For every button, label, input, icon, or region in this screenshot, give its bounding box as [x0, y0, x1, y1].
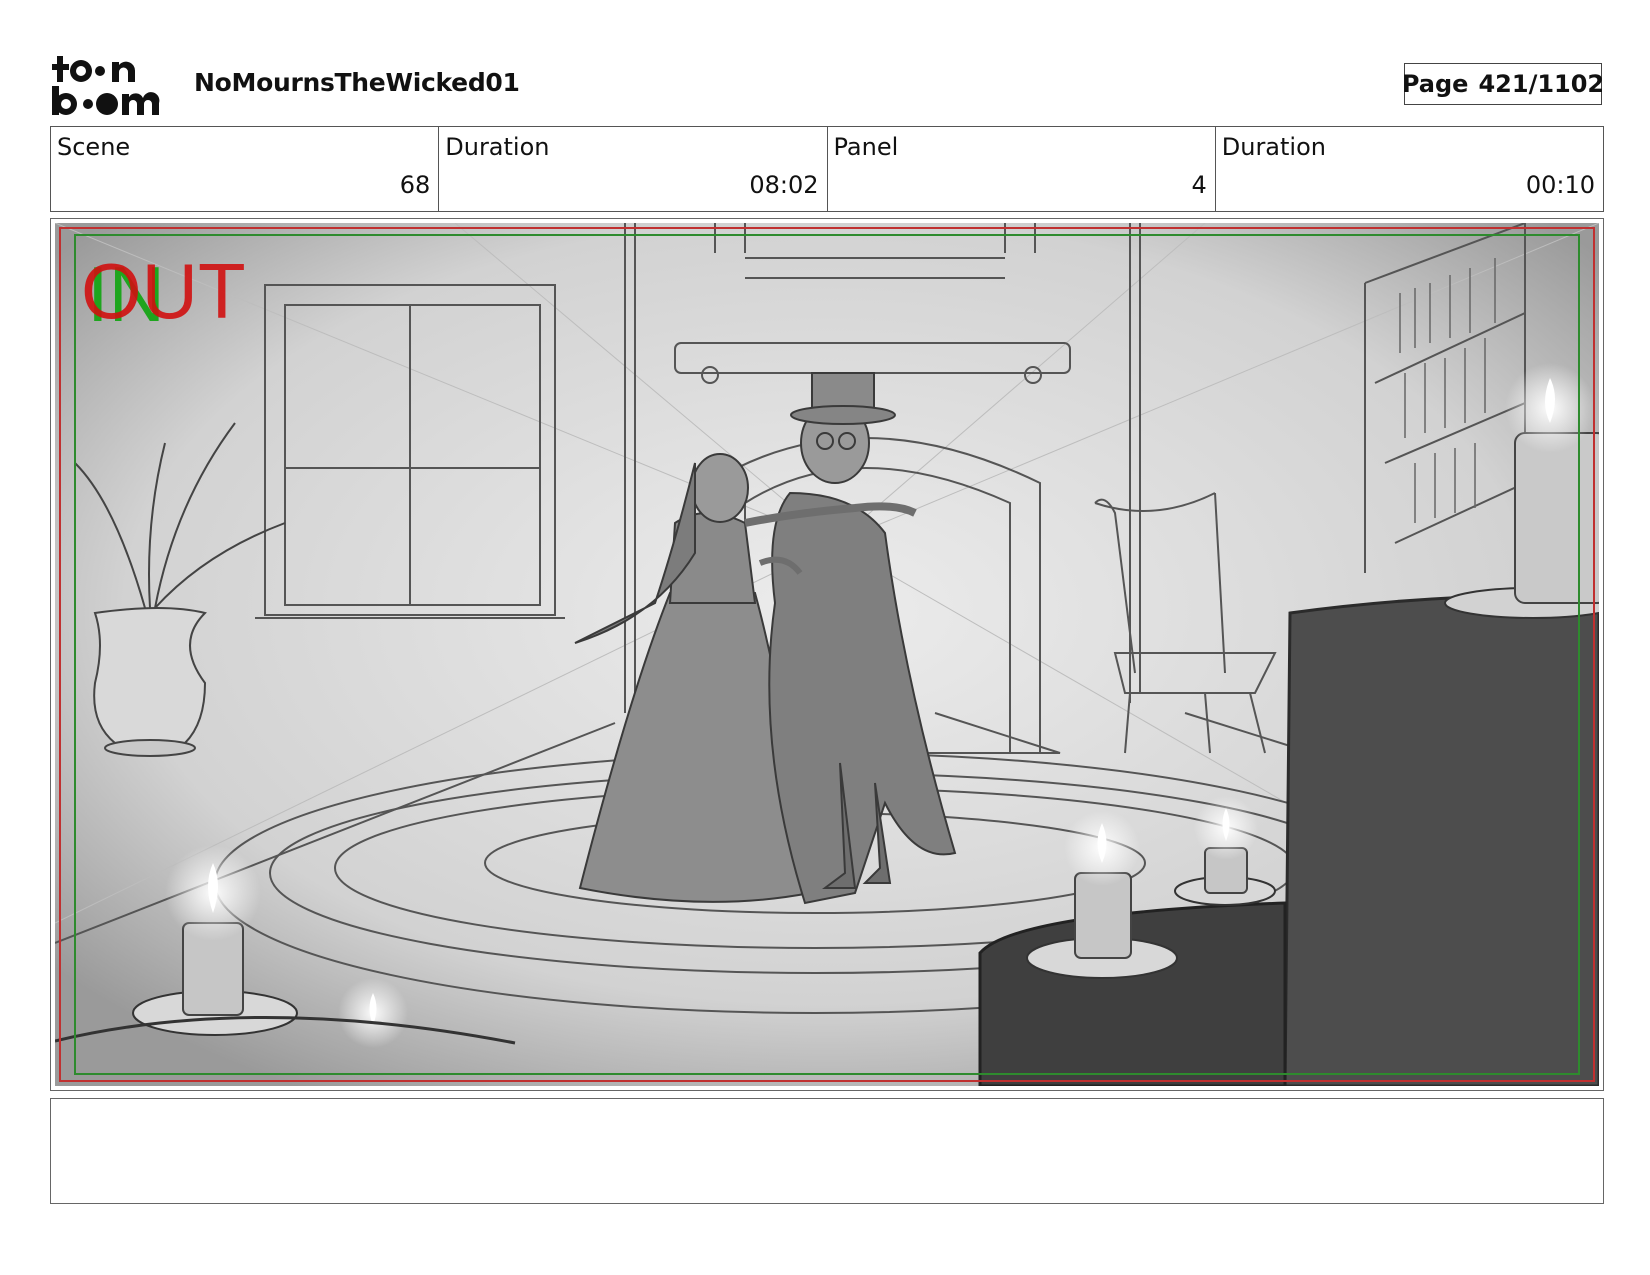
page-number: 421/1102: [1478, 70, 1605, 98]
page-indicator: Page 421/1102: [1401, 63, 1605, 105]
panel-artwork: IN OUT: [55, 223, 1599, 1086]
scene-duration-label: Duration: [445, 133, 550, 161]
storyboard-panel: IN OUT: [50, 218, 1604, 1091]
panel-label: Panel: [833, 133, 899, 161]
panel-duration-cell: Duration 00:10: [1216, 127, 1603, 211]
project-title: NoMournsTheWicked01: [194, 68, 520, 97]
panel-duration-label: Duration: [1221, 133, 1326, 161]
scene-cell: Scene 68: [51, 127, 440, 211]
scene-duration-value: 08:02: [749, 171, 819, 199]
panel-notes-box: [50, 1098, 1604, 1204]
round-table: [978, 901, 1287, 1086]
scene-duration-cell: Duration 08:02: [439, 127, 828, 211]
overlay-out-label: OUT: [81, 247, 246, 335]
info-table: Scene 68 Duration 08:02 Panel 4 Duration…: [50, 126, 1604, 212]
toonboom-logo: [52, 56, 160, 115]
panel-value: 4: [1191, 171, 1207, 199]
panel-duration-value: 00:10: [1525, 171, 1595, 199]
page-label: Page: [1401, 70, 1469, 98]
scene-value: 68: [399, 171, 431, 199]
scene-label: Scene: [57, 133, 131, 161]
dark-cabinet: [1283, 593, 1599, 1086]
panel-cell: Panel 4: [828, 127, 1216, 211]
